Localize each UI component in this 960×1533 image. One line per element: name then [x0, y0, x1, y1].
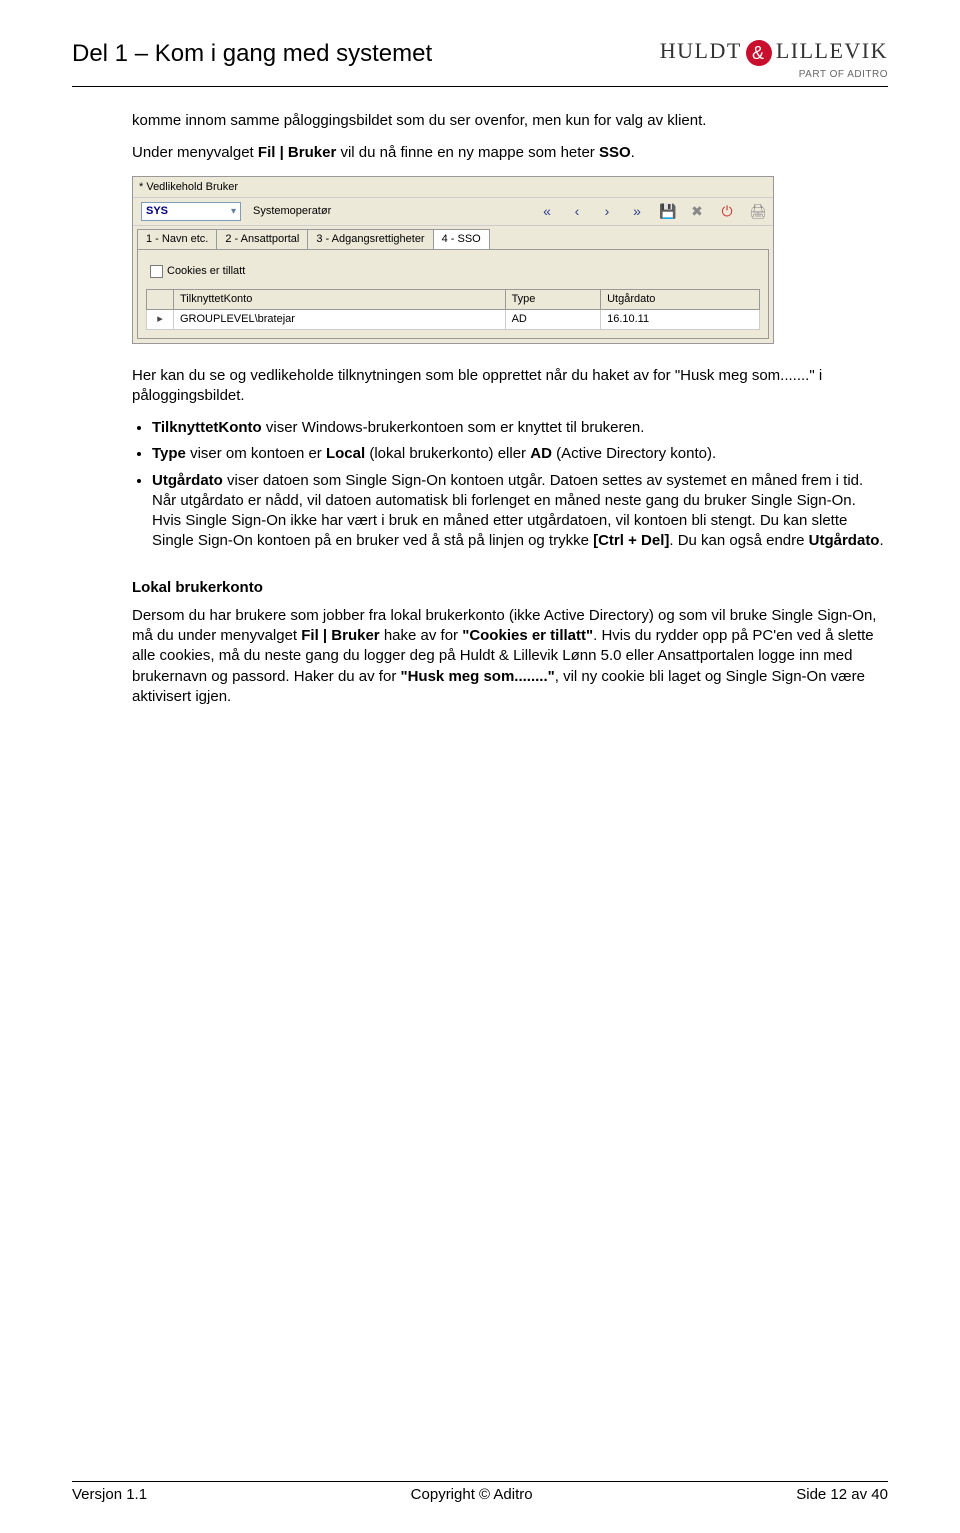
app-window: * Vedlikehold Bruker SYS ▾ Systemoperatø…: [132, 176, 774, 344]
window-title: * Vedlikehold Bruker: [133, 177, 773, 198]
cell-account: GROUPLEVEL\bratejar: [174, 309, 506, 329]
page-title: Del 1 – Kom i gang med systemet: [72, 40, 432, 68]
para-menu: Under menyvalget Fil | Bruker vil du nå …: [132, 143, 888, 163]
print-icon[interactable]: 🖨: [749, 202, 765, 221]
first-icon[interactable]: «: [539, 202, 555, 221]
col-type: Type: [505, 289, 601, 309]
sso-table: TilknyttetKonto Type Utgårdato ▸ GROUPLE…: [146, 289, 760, 330]
prev-icon[interactable]: ‹: [569, 202, 585, 221]
footer-copyright: Copyright © Aditro: [411, 1486, 533, 1503]
col-date: Utgårdato: [601, 289, 760, 309]
table-row[interactable]: ▸ GROUPLEVEL\bratejar AD 16.10.11: [147, 309, 760, 329]
row-pointer-icon: ▸: [147, 309, 174, 329]
bullet-list: TilknyttetKonto viser Windows-brukerkont…: [132, 418, 888, 552]
checkbox-label: Cookies er tillatt: [167, 264, 245, 279]
col-account: TilknyttetKonto: [174, 289, 506, 309]
role-label: Systemoperatør: [253, 204, 331, 219]
cell-date: 16.10.11: [601, 309, 760, 329]
footer-version: Versjon 1.1: [72, 1486, 147, 1503]
logo-ampersand-icon: &: [746, 40, 772, 66]
tab-navn[interactable]: 1 - Navn etc.: [137, 229, 217, 249]
page-header: Del 1 – Kom i gang med systemet HULDT&LI…: [72, 40, 888, 87]
page-footer: Versjon 1.1 Copyright © Aditro Side 12 a…: [72, 1481, 888, 1503]
next-icon[interactable]: ›: [599, 202, 615, 221]
bullet-type: Type viser om kontoen er Local (lokal br…: [152, 444, 888, 464]
cookies-checkbox[interactable]: Cookies er tillatt: [150, 264, 760, 279]
section-lokal-brukerkonto: Lokal brukerkonto: [132, 578, 888, 598]
para-intro: komme innom samme påloggingsbildet som d…: [132, 111, 888, 131]
last-icon[interactable]: »: [629, 202, 645, 221]
tab-sso[interactable]: 4 - SSO: [433, 229, 490, 249]
combo-value: SYS: [146, 204, 168, 219]
close-icon[interactable]: ⏻: [719, 202, 735, 221]
para-lokal: Dersom du har brukere som jobber fra lok…: [132, 606, 888, 707]
toolbar: SYS ▾ Systemoperatør « ‹ › » 💾 ✖ ⏻ 🖨: [133, 197, 773, 226]
footer-page: Side 12 av 40: [796, 1486, 888, 1503]
bullet-utgardato: Utgårdato viser datoen som Single Sign-O…: [152, 471, 888, 552]
brand-logo: HULDT&LILLEVIK PART OF ADITRO: [660, 40, 888, 80]
chevron-down-icon: ▾: [231, 205, 236, 219]
cell-type: AD: [505, 309, 601, 329]
col-marker: [147, 289, 174, 309]
tab-panel-sso: Cookies er tillatt TilknyttetKonto Type …: [137, 249, 769, 339]
tab-adgang[interactable]: 3 - Adgangsrettigheter: [307, 229, 433, 249]
para-after-app: Her kan du se og vedlikeholde tilknytnin…: [132, 366, 888, 407]
logo-subtitle: PART OF ADITRO: [660, 70, 888, 80]
logo-text-right: LILLEVIK: [776, 38, 888, 63]
save-icon[interactable]: 💾: [659, 202, 675, 221]
delete-icon[interactable]: ✖: [689, 202, 705, 221]
tab-ansattportal[interactable]: 2 - Ansattportal: [216, 229, 308, 249]
tab-bar: 1 - Navn etc. 2 - Ansattportal 3 - Adgan…: [133, 226, 773, 249]
logo-text-left: HULDT: [660, 38, 742, 63]
checkbox-icon: [150, 265, 163, 278]
bullet-tilknyttetkonto: TilknyttetKonto viser Windows-brukerkont…: [152, 418, 888, 438]
user-combo[interactable]: SYS ▾: [141, 202, 241, 221]
